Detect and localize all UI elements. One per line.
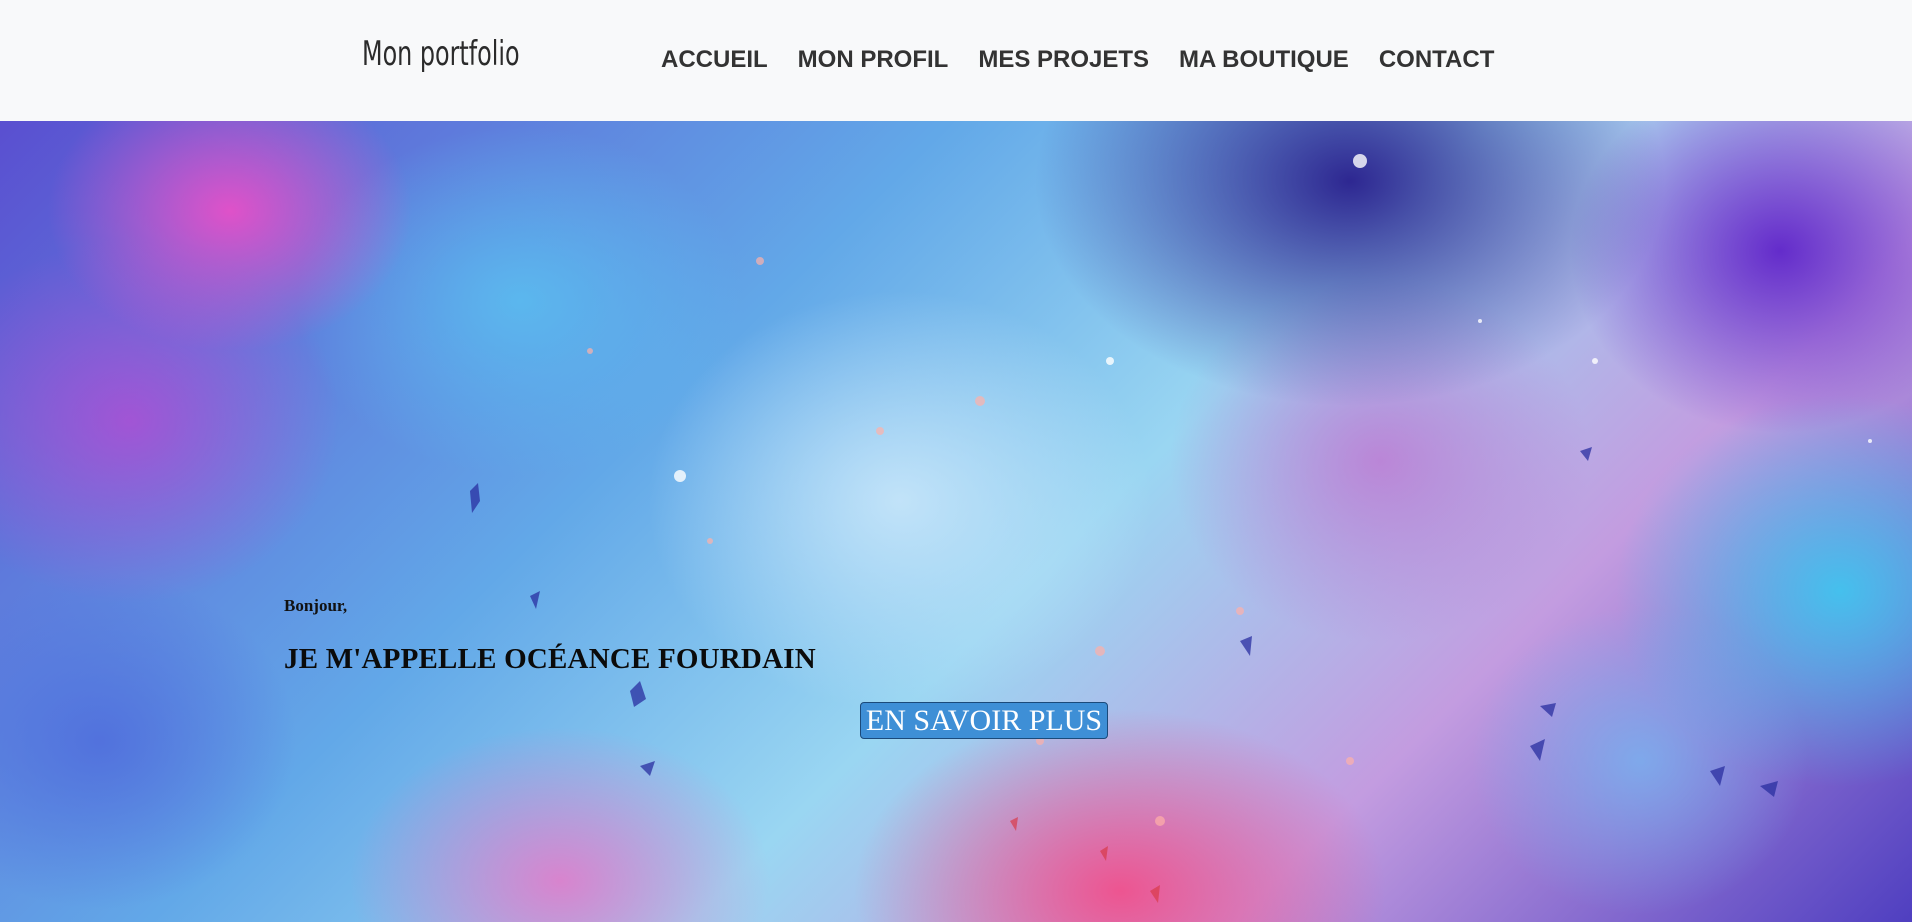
nav-item-mon-profil[interactable]: MON PROFIL [798,42,949,78]
nav-item-accueil[interactable]: ACCUEIL [661,42,768,78]
nav-item-ma-boutique[interactable]: MA BOUTIQUE [1179,42,1349,78]
hero-headline: JE M'APPELLE OCÉANCE FOURDAIN [284,643,816,675]
hero-background-image [470,154,1872,903]
navbar: Mon portfolio ACCUEIL MON PROFIL MES PRO… [0,0,1912,121]
nav-item-contact[interactable]: CONTACT [1379,42,1495,78]
hero-greeting: Bonjour, [284,596,348,615]
learn-more-button[interactable]: EN SAVOIR PLUS [860,702,1108,739]
main-nav: ACCUEIL MON PROFIL MES PROJETS MA BOUTIQ… [661,42,1494,78]
hero-section: Bonjour, JE M'APPELLE OCÉANCE FOURDAIN E… [0,121,1912,922]
site-logo[interactable]: Mon portfolio [362,30,520,78]
nav-item-mes-projets[interactable]: MES PROJETS [978,42,1149,78]
